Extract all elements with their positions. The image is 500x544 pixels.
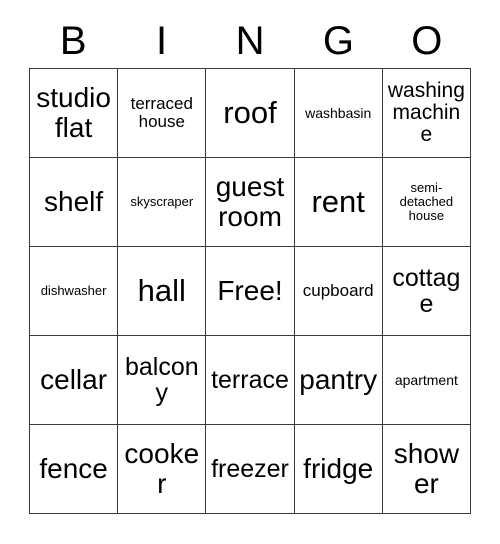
bingo-cell[interactable]: cottage: [382, 247, 471, 336]
bingo-cell[interactable]: apartment: [382, 336, 471, 425]
bingo-cell-label: fence: [39, 453, 108, 485]
bingo-cell-label: terraced house: [130, 93, 193, 131]
bingo-cell[interactable]: terraced house: [118, 69, 207, 158]
bingo-cell[interactable]: shower: [382, 425, 471, 514]
bingo-card: B I N G O studio flat terraced house roof w…: [0, 0, 500, 544]
bingo-cell-label: semi-detached house: [399, 180, 454, 223]
bingo-cell[interactable]: skyscraper: [118, 158, 207, 247]
bingo-cell-label: apartment: [394, 371, 458, 388]
bingo-header-letter-g: G: [322, 19, 354, 63]
bingo-cell[interactable]: cooker: [118, 425, 207, 514]
bingo-cell[interactable]: terrace: [206, 336, 295, 425]
bingo-header-letter-i: I: [156, 19, 168, 63]
bingo-cell[interactable]: shelf: [30, 158, 119, 247]
bingo-cell[interactable]: freezer: [206, 425, 295, 514]
bingo-header-letter-n: N: [235, 19, 265, 63]
bingo-cell[interactable]: roof: [206, 69, 295, 158]
bingo-cell-label: Free!: [217, 275, 283, 307]
bingo-cell-label: roof: [223, 94, 277, 130]
bingo-header: B I N G O: [29, 14, 471, 68]
bingo-cell-label: cupboard: [302, 280, 374, 300]
bingo-header-letter-o: O: [411, 19, 443, 63]
bingo-cell-label: fridge: [303, 453, 374, 485]
bingo-cell-free[interactable]: Free!: [206, 247, 295, 336]
bingo-cell[interactable]: dishwasher: [30, 247, 119, 336]
bingo-cell[interactable]: balcony: [118, 336, 207, 425]
bingo-cell-label: dishwasher: [40, 283, 107, 299]
bingo-cell[interactable]: cupboard: [294, 247, 383, 336]
bingo-cell[interactable]: fridge: [294, 425, 383, 514]
bingo-cell-label: guest room: [215, 171, 285, 232]
bingo-cell[interactable]: fence: [30, 425, 119, 514]
bingo-grid: studio flat terraced house roof washbasin wa…: [29, 68, 471, 514]
bingo-cell-label: terrace: [211, 365, 289, 394]
bingo-cell-label: washbasin: [305, 104, 372, 121]
bingo-cell[interactable]: pantry: [294, 336, 383, 425]
bingo-cell[interactable]: rent: [294, 158, 383, 247]
bingo-cell-label: studio flat: [36, 82, 111, 143]
bingo-cell-label: rent: [311, 183, 365, 219]
bingo-cell-label: shelf: [44, 186, 104, 218]
bingo-cell[interactable]: washing machine: [382, 69, 471, 158]
bingo-cell[interactable]: washbasin: [294, 69, 383, 158]
bingo-cell-label: balcony: [124, 352, 199, 407]
bingo-cell[interactable]: hall: [118, 247, 207, 336]
bingo-cell-label: cooker: [124, 438, 200, 499]
bingo-cell-label: cellar: [40, 364, 108, 396]
bingo-cell-label: shower: [393, 438, 460, 499]
bingo-cell[interactable]: studio flat: [30, 69, 119, 158]
bingo-cell-label: cottage: [392, 263, 461, 318]
bingo-cell-label: hall: [137, 272, 186, 308]
bingo-cell-label: skyscraper: [130, 194, 194, 210]
bingo-cell[interactable]: cellar: [30, 336, 119, 425]
bingo-header-letter-b: B: [59, 19, 87, 63]
bingo-cell-label: washing machine: [387, 78, 465, 147]
bingo-cell[interactable]: guest room: [206, 158, 295, 247]
bingo-cell[interactable]: semi-detached house: [382, 158, 471, 247]
bingo-cell-label: pantry: [299, 364, 378, 396]
bingo-cell-label: freezer: [211, 454, 289, 483]
